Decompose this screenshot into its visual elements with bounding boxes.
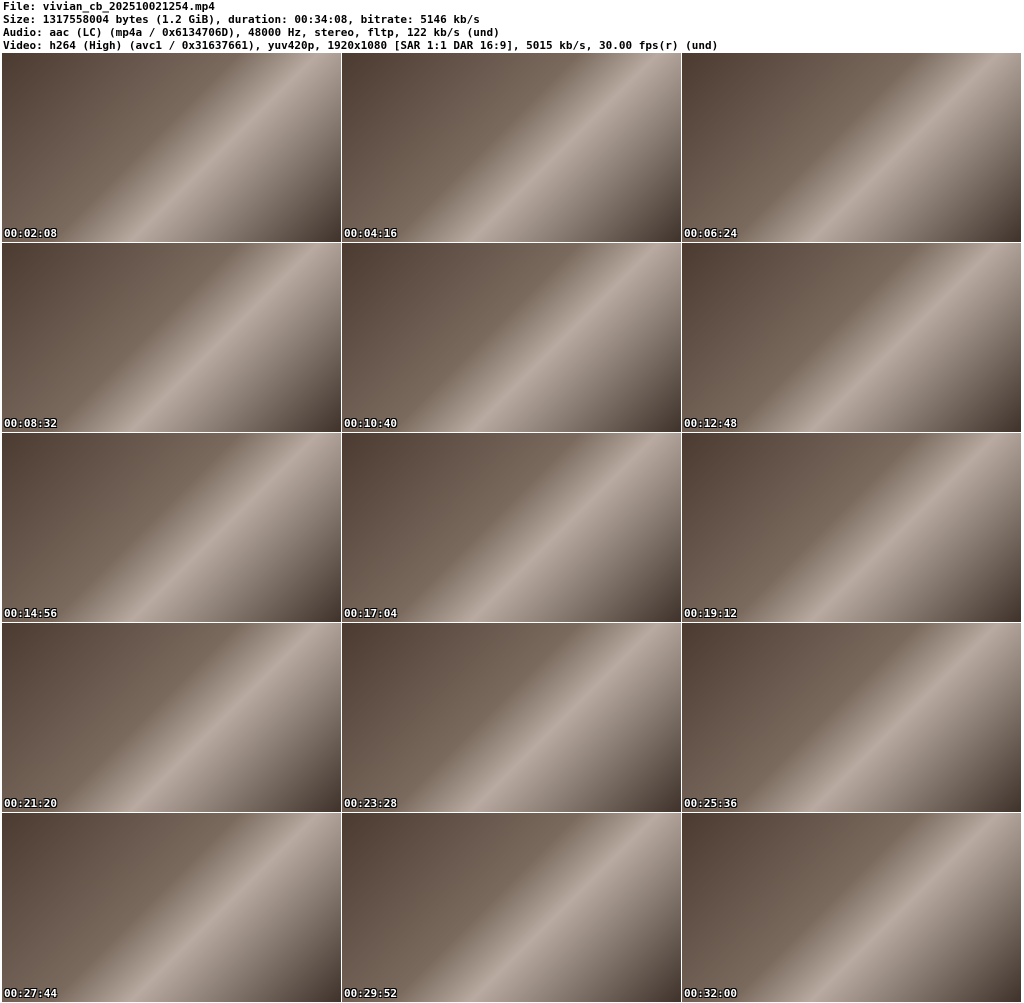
timestamp-label: 00:02:08 (4, 227, 57, 240)
video-thumbnail: 00:32:00 (682, 813, 1021, 1002)
file-size-info: Size: 1317558004 bytes (1.2 GiB), durati… (3, 13, 480, 26)
file-info-header: File: vivian_cb_202510021254.mp4 Size: 1… (3, 0, 718, 52)
video-thumbnail: 00:27:44 (2, 813, 341, 1002)
video-info: Video: h264 (High) (avc1 / 0x31637661), … (3, 39, 719, 52)
timestamp-label: 00:25:36 (684, 797, 737, 810)
video-thumbnail: 00:19:12 (682, 433, 1021, 622)
video-thumbnail: 00:29:52 (342, 813, 681, 1002)
audio-info: Audio: aac (LC) (mp4a / 0x6134706D), 480… (3, 26, 500, 39)
timestamp-label: 00:14:56 (4, 607, 57, 620)
thumbnail-grid: 00:02:08 00:04:16 00:06:24 00:08:32 00:10:40… (2, 53, 1021, 1002)
video-thumbnail: 00:02:08 (2, 53, 341, 242)
video-thumbnail: 00:06:24 (682, 53, 1021, 242)
video-thumbnail: 00:25:36 (682, 623, 1021, 812)
timestamp-label: 00:08:32 (4, 417, 57, 430)
video-thumbnail: 00:08:32 (2, 243, 341, 432)
timestamp-label: 00:23:28 (344, 797, 397, 810)
video-thumbnail: 00:17:04 (342, 433, 681, 622)
timestamp-label: 00:12:48 (684, 417, 737, 430)
timestamp-label: 00:19:12 (684, 607, 737, 620)
file-name: File: vivian_cb_202510021254.mp4 (3, 0, 215, 13)
timestamp-label: 00:17:04 (344, 607, 397, 620)
timestamp-label: 00:21:20 (4, 797, 57, 810)
video-thumbnail: 00:04:16 (342, 53, 681, 242)
timestamp-label: 00:06:24 (684, 227, 737, 240)
video-thumbnail: 00:10:40 (342, 243, 681, 432)
video-thumbnail: 00:14:56 (2, 433, 341, 622)
timestamp-label: 00:32:00 (684, 987, 737, 1000)
video-thumbnail: 00:23:28 (342, 623, 681, 812)
timestamp-label: 00:27:44 (4, 987, 57, 1000)
timestamp-label: 00:29:52 (344, 987, 397, 1000)
timestamp-label: 00:10:40 (344, 417, 397, 430)
timestamp-label: 00:04:16 (344, 227, 397, 240)
video-thumbnail: 00:21:20 (2, 623, 341, 812)
video-thumbnail: 00:12:48 (682, 243, 1021, 432)
